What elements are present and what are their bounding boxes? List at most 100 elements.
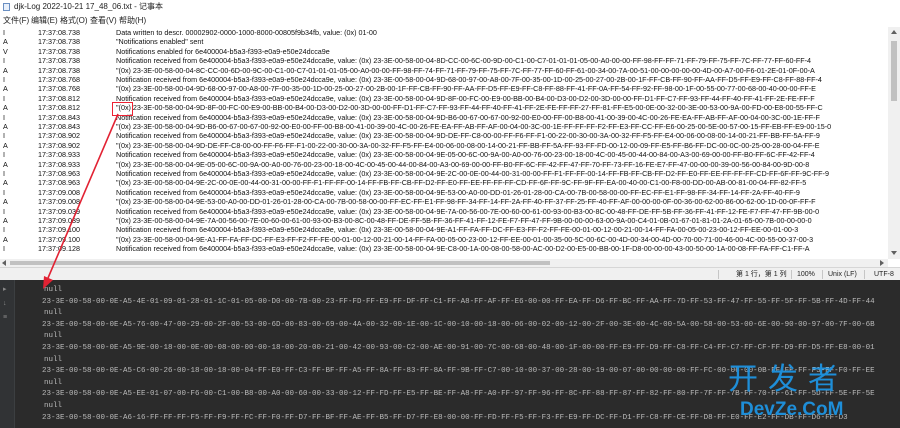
log-level: I: [3, 56, 5, 66]
log-level: A: [3, 216, 8, 225]
notepad-icon: [3, 3, 10, 11]
console-null-line: null: [44, 332, 63, 341]
console-gutter: ▸ ↓ ≡: [0, 280, 15, 428]
log-message: Notification received from 6e400004-b5a3…: [116, 225, 799, 235]
console-hex-line: 23-3E-00-58-00-0E-A5-9E-00-18-00-0E-00-0…: [42, 344, 875, 352]
log-timestamp: 17:37:08.738: [38, 37, 80, 47]
gutter-icon[interactable]: ≡: [3, 314, 10, 321]
highlight-box: [112, 102, 133, 116]
log-message: "(0x) 23-3E-00-58-00-04-9E-2C-00-0E-00-4…: [116, 178, 807, 188]
menu-edit[interactable]: 编辑(E): [31, 14, 58, 27]
scroll-left-icon[interactable]: [2, 260, 6, 266]
log-level: A: [3, 234, 8, 244]
log-message: "(0x) 23-3E-00-58-00-04-9D-8F-00-FC-00-E…: [116, 103, 823, 113]
log-level: A: [3, 140, 8, 150]
log-message: "(0x) 23-3E-00-58-00-04-8C-CC-00-6D-00-9…: [116, 65, 815, 75]
menu-view[interactable]: 查看(V): [90, 14, 117, 27]
log-level: A: [3, 159, 8, 169]
status-divider: [791, 270, 792, 279]
log-message: Notification received from 6e400004-b5a3…: [116, 150, 815, 160]
log-level: I: [3, 150, 5, 160]
log-message: "(0x) 23-3E-00-58-00-04-9D-B6-00-67-00-6…: [116, 122, 832, 131]
log-timestamp: 17:37:09.008: [38, 187, 80, 197]
console-null-line: null: [44, 402, 63, 410]
log-level: I: [3, 244, 5, 254]
log-message: "(0x) 23-3E-00-58-00-04-9E-05-00-6C-00-9…: [116, 159, 810, 169]
watermark-english: DevZe.CoM: [740, 399, 844, 420]
log-level: I: [3, 75, 5, 84]
log-timestamp: 17:37:09.039: [38, 206, 80, 216]
log-message: "(0x) 23-3E-00-58-00-04-9E-53-00-A0-00-D…: [116, 197, 816, 207]
log-message: Notification received from 6e400004-b5a3…: [116, 93, 815, 103]
status-bar: 第 1 行，第 1 列 100% Unix (LF) UTF-8: [0, 267, 900, 281]
console-hex-line: 23-3E-00-58-00-0E-A5-4E-01-09-01-28-01-1…: [42, 297, 875, 306]
hscroll-thumb[interactable]: [10, 261, 550, 265]
text-area[interactable]: I 17:37:08.738 Data written to descr. 0000…: [0, 27, 888, 259]
scroll-up-icon[interactable]: [891, 30, 897, 34]
log-level: A: [3, 197, 8, 207]
menu-format[interactable]: 格式(O): [60, 14, 88, 27]
log-level: I: [3, 93, 5, 103]
log-message: Notifications enabled for 6e400004-b5a3-…: [116, 46, 330, 56]
log-timestamp: 17:37:08.902: [38, 131, 80, 141]
window-title: djk-Log 2022-10-21 17_48_06.txt - 记事本: [14, 2, 163, 11]
log-message: Notification received from 6e400004-b5a3…: [116, 75, 822, 84]
scroll-thumb[interactable]: [891, 41, 897, 101]
log-message: Notification received from 6e400004-b5a3…: [116, 206, 820, 216]
log-message: Notification received from 6e400004-b5a3…: [116, 112, 820, 122]
log-timestamp: 17:37:08.843: [38, 112, 80, 122]
log-timestamp: 17:37:08.812: [38, 93, 80, 103]
log-message: "(0x) 23-3E-00-58-00-04-9D-68-00-97-00-A…: [116, 84, 816, 94]
log-message: "(0x) 23-3E-00-58-00-04-9E-7A-00-56-00-7…: [116, 216, 812, 225]
log-level: A: [3, 103, 8, 113]
console-null-line: null: [44, 309, 63, 318]
log-level: I: [3, 112, 5, 122]
log-message: Notification received from 6e400004-b5a3…: [116, 56, 812, 66]
log-timestamp: 17:37:08.738: [38, 56, 80, 66]
scroll-right-icon[interactable]: [880, 260, 884, 266]
log-timestamp: 17:37:08.933: [38, 159, 80, 169]
gutter-icon[interactable]: ↓: [3, 300, 10, 307]
log-timestamp: 17:37:08.963: [38, 178, 80, 188]
log-level: I: [3, 206, 5, 216]
log-timestamp: 17:37:08.812: [38, 103, 80, 113]
log-level: I: [3, 225, 5, 235]
log-level: A: [3, 37, 8, 47]
console-hex-line: 23-3E-00-58-00-0E-A6-16-FF-FF-FF-F5-FF-F…: [42, 413, 848, 422]
log-level: I: [3, 28, 5, 37]
log-timestamp: 17:37:09.100: [38, 225, 80, 235]
log-timestamp: 17:37:08.933: [38, 150, 80, 160]
log-timestamp: 17:37:09.039: [38, 216, 80, 225]
menu-help[interactable]: 帮助(H): [119, 14, 146, 27]
console-null-line: null: [44, 286, 63, 294]
notepad-window: djk-Log 2022-10-21 17_48_06.txt - 记事本 文件…: [0, 0, 900, 281]
menu-bar: 文件(F) 编辑(E) 格式(O) 查看(V) 帮助(H): [0, 14, 900, 27]
log-timestamp: 17:37:08.738: [38, 28, 80, 37]
gutter-icon[interactable]: ▸: [3, 286, 10, 293]
scroll-down-icon[interactable]: [891, 251, 897, 255]
watermark-chinese: 开发者: [728, 362, 848, 397]
log-level: A: [3, 65, 8, 75]
log-message: Notification received from 6e400004-b5a3…: [116, 131, 820, 141]
log-message: Data written to descr. 00002902-0000-100…: [116, 28, 377, 37]
log-timestamp: 17:37:08.768: [38, 84, 80, 94]
horizontal-scrollbar[interactable]: [0, 259, 888, 267]
log-message: Notification received from 6e400004-b5a3…: [116, 169, 829, 178]
status-divider: [718, 270, 719, 279]
log-level: V: [3, 46, 8, 56]
status-divider: [864, 270, 865, 279]
log-timestamp: 17:37:08.768: [38, 75, 80, 84]
log-level: A: [3, 122, 8, 131]
log-message: "Notifications enabled" sent: [116, 37, 204, 47]
log-message: "(0x) 23-3E-00-58-00-04-9D-DE-FF-C8-00-0…: [116, 140, 820, 150]
log-message: Notification received from 6e400004-b5a3…: [116, 244, 810, 254]
log-timestamp: 17:37:08.738: [38, 65, 80, 75]
status-divider: [822, 270, 823, 279]
log-message: "(0x) 23-3E-00-58-00-04-9E-A1-FF-FA-FF-D…: [116, 234, 814, 244]
console-null-line: null: [44, 378, 63, 387]
menu-file[interactable]: 文件(F): [3, 14, 29, 27]
vertical-scrollbar[interactable]: [888, 27, 900, 259]
log-timestamp: 17:37:08.963: [38, 169, 80, 178]
log-level: I: [3, 131, 5, 141]
log-timestamp: 17:37:09.128: [38, 244, 80, 254]
